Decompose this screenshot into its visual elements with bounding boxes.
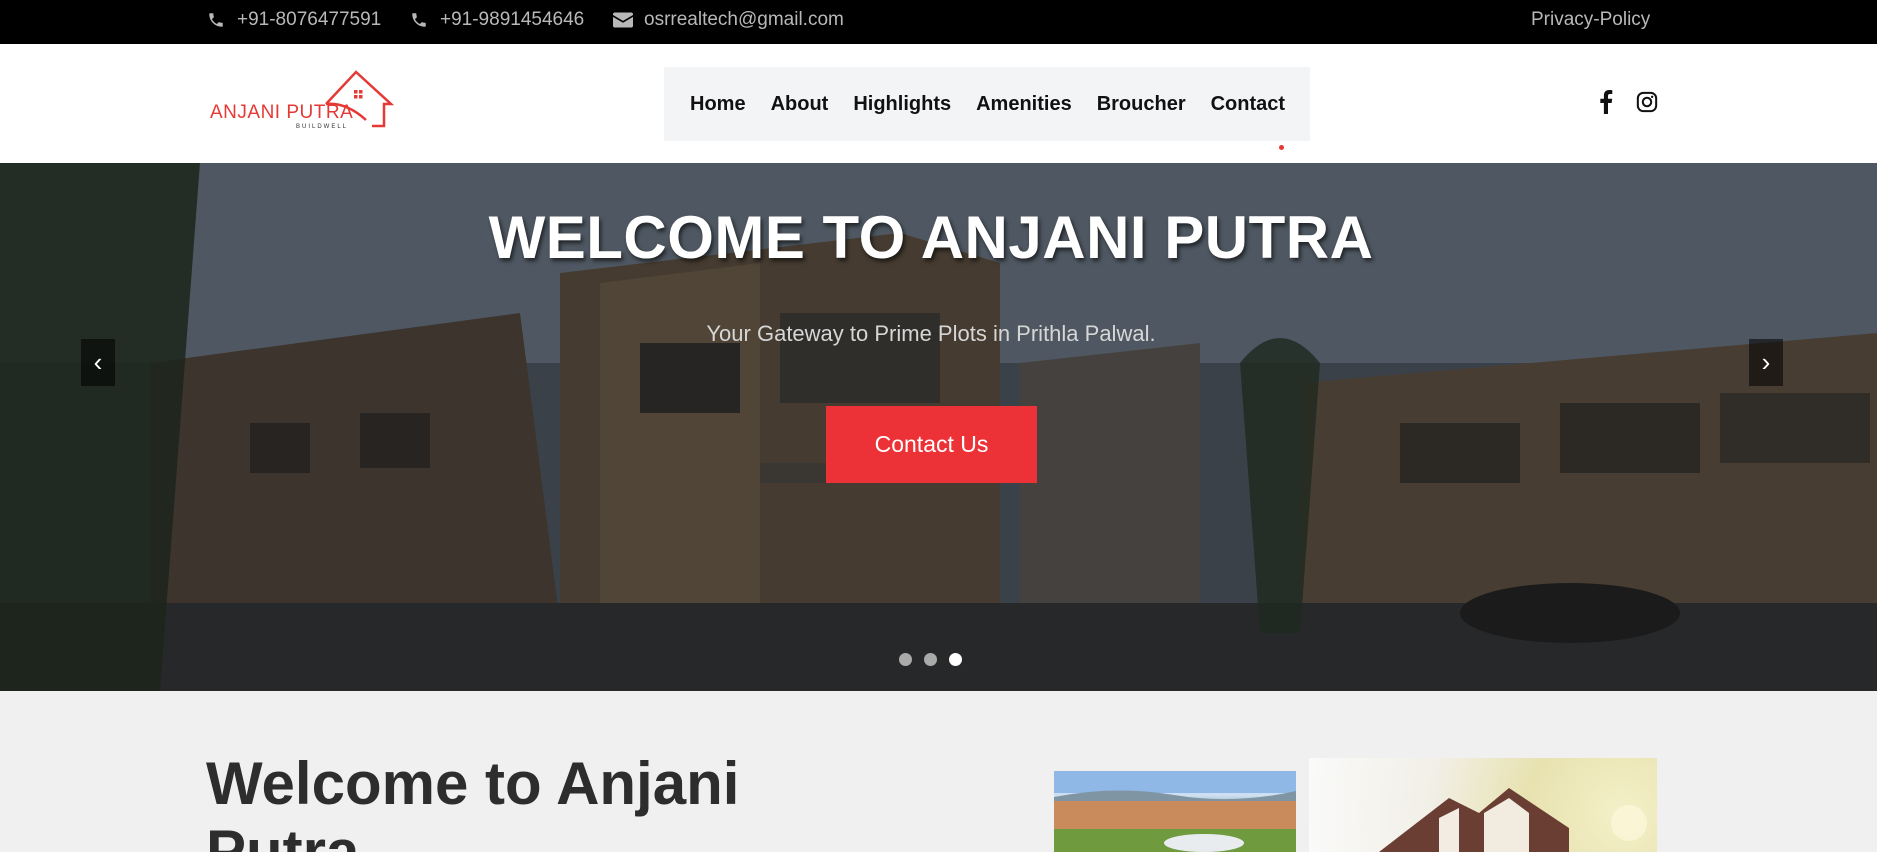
nav-highlights[interactable]: Highlights [853, 93, 951, 116]
contact-us-button[interactable]: Contact Us [826, 406, 1037, 483]
carousel-dot-3[interactable] [949, 653, 962, 666]
logo-name: ANJANI PUTRA [210, 102, 354, 123]
main-nav: Home About Highlights Amenities Broucher… [664, 67, 1310, 141]
nav-home[interactable]: Home [690, 93, 746, 116]
email-link[interactable]: osrrealtech@gmail.com [613, 0, 844, 39]
nav-about[interactable]: About [771, 93, 829, 116]
hero-subtitle: Your Gateway to Prime Plots in Prithla P… [706, 321, 1156, 346]
nav-broucher[interactable]: Broucher [1097, 93, 1186, 116]
phone-1-text: +91-8076477591 [237, 8, 382, 30]
email-text: osrrealtech@gmail.com [644, 8, 844, 30]
phone-icon [409, 10, 429, 30]
carousel-dot-2[interactable] [924, 653, 937, 666]
header: ANJANI PUTRA BUILDWELL Home About Highli… [0, 44, 1877, 163]
carousel-prev-button[interactable]: ‹ [81, 339, 115, 386]
carousel-next-button[interactable]: › [1749, 339, 1783, 386]
facebook-icon[interactable] [1592, 88, 1620, 116]
top-bar: +91-8076477591 +91-9891454646 osrrealtec… [0, 0, 1877, 44]
privacy-policy-link[interactable]: Privacy-Policy [1531, 0, 1650, 39]
phone-2[interactable]: +91-9891454646 [409, 0, 584, 39]
envelope-icon [613, 10, 633, 30]
active-indicator-dot [1279, 145, 1284, 150]
house-image [1309, 758, 1657, 852]
instagram-icon[interactable] [1633, 88, 1661, 116]
logo[interactable]: ANJANI PUTRA BUILDWELL [206, 64, 396, 136]
phone-icon [206, 10, 226, 30]
chevron-right-icon: › [1761, 347, 1771, 377]
hero-carousel: WELCOME TO ANJANI PUTRA Your Gateway to … [0, 163, 1877, 691]
aerial-township-image [1054, 771, 1296, 852]
hero-title: WELCOME TO ANJANI PUTRA [488, 204, 1374, 271]
phone-2-text: +91-9891454646 [440, 8, 585, 30]
welcome-heading: Welcome to Anjani Putra [206, 750, 740, 852]
carousel-dot-1[interactable] [899, 653, 912, 666]
chevron-left-icon: ‹ [93, 347, 103, 377]
nav-amenities[interactable]: Amenities [976, 93, 1072, 116]
nav-contact[interactable]: Contact [1211, 93, 1285, 116]
logo-tagline: BUILDWELL [296, 124, 349, 130]
phone-1[interactable]: +91-8076477591 [206, 0, 381, 39]
carousel-indicators [899, 653, 962, 666]
